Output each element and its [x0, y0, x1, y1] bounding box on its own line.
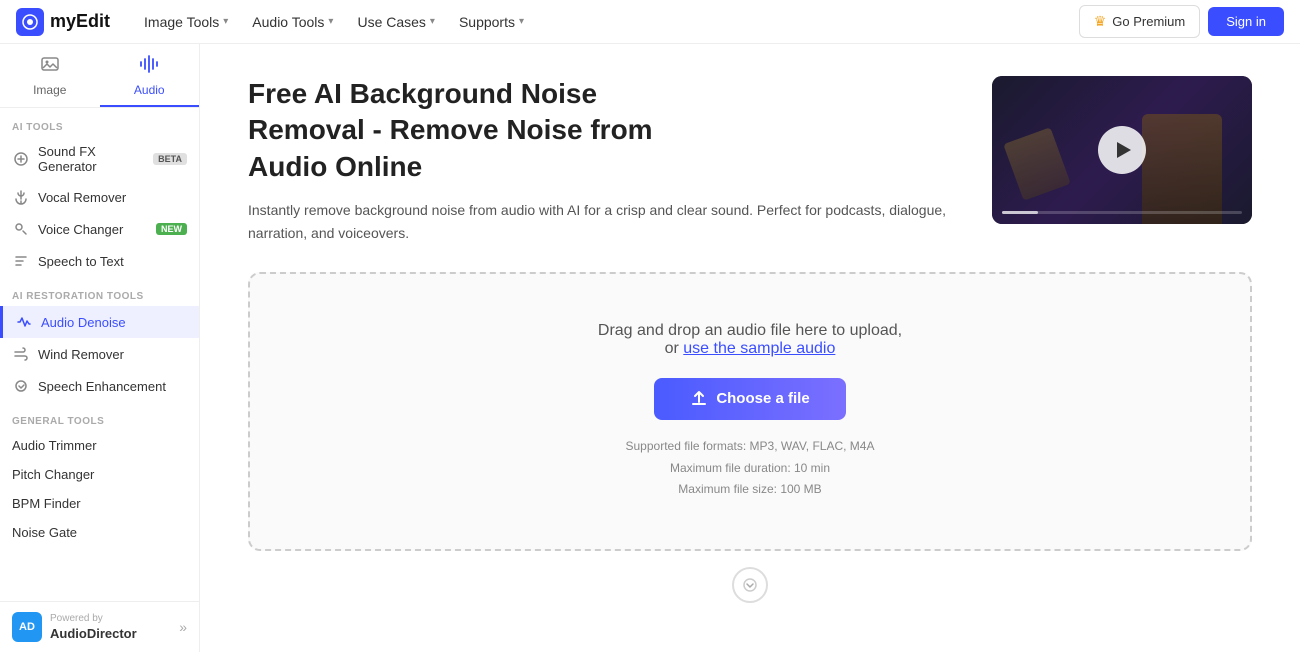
restoration-section-label: AI RESTORATION TOOLS — [0, 277, 199, 306]
sidebar-footer: AD Powered by AudioDirector » — [0, 601, 199, 652]
vocal-remover-icon — [12, 188, 30, 206]
upload-zone: Drag and drop an audio file here to uplo… — [248, 272, 1252, 551]
guitarist-silhouette — [1142, 114, 1222, 224]
audio-denoise-icon — [15, 313, 33, 331]
crown-icon: ♛ — [1094, 13, 1107, 30]
ai-tools-section-label: AI TOOLS — [0, 108, 199, 137]
choose-file-button[interactable]: Choose a file — [654, 378, 845, 420]
powered-by-text: Powered by — [50, 613, 137, 624]
sidebar-item-speech-enhancement[interactable]: Speech Enhancement — [0, 370, 199, 402]
sidebar-item-speech-to-text[interactable]: Speech to Text — [0, 245, 199, 277]
tab-image[interactable]: Image — [0, 44, 100, 107]
sound-fx-icon — [12, 150, 30, 168]
hero-description: Instantly remove background noise from a… — [248, 199, 960, 244]
hero-thumbnail — [992, 76, 1252, 224]
menu-use-cases[interactable]: Use Cases ▾ — [347, 8, 445, 36]
sign-in-button[interactable]: Sign in — [1208, 7, 1284, 36]
sidebar-item-bpm-finder[interactable]: BPM Finder — [0, 489, 199, 518]
sidebar-item-vocal-remover[interactable]: Vocal Remover — [0, 181, 199, 213]
voice-changer-icon — [12, 220, 30, 238]
sidebar: Image Audio AI TOOLS Sound FX Generator … — [0, 44, 200, 652]
scroll-indicator — [248, 567, 1252, 603]
beta-badge: BETA — [153, 153, 187, 165]
upload-icon — [690, 390, 708, 408]
hero-progress-bar — [1002, 211, 1242, 214]
sidebar-item-wind-remover[interactable]: Wind Remover — [0, 338, 199, 370]
sample-audio-link[interactable]: use the sample audio — [683, 340, 835, 357]
scroll-down-button[interactable] — [732, 567, 768, 603]
sidebar-tabs: Image Audio — [0, 44, 199, 108]
logo-text: myEdit — [50, 11, 110, 32]
sidebar-item-voice-changer[interactable]: Voice Changer NEW — [0, 213, 199, 245]
hero-progress-fill — [1002, 211, 1038, 214]
tab-audio[interactable]: Audio — [100, 44, 200, 107]
topnav-menu: Image Tools ▾ Audio Tools ▾ Use Cases ▾ … — [134, 8, 1079, 36]
topnav-actions: ♛ Go Premium Sign in — [1079, 5, 1284, 38]
go-premium-button[interactable]: ♛ Go Premium — [1079, 5, 1201, 38]
chevron-right-icon[interactable]: » — [179, 619, 187, 635]
topnav: myEdit Image Tools ▾ Audio Tools ▾ Use C… — [0, 0, 1300, 44]
new-badge: NEW — [156, 223, 187, 235]
speech-to-text-icon — [12, 252, 30, 270]
sidebar-item-noise-gate[interactable]: Noise Gate — [0, 518, 199, 547]
wind-remover-icon — [12, 345, 30, 363]
hero-text: Free AI Background NoiseRemoval - Remove… — [248, 76, 960, 244]
audiodirector-brand: AudioDirector — [50, 626, 137, 641]
menu-supports[interactable]: Supports ▾ — [449, 8, 534, 36]
chevron-down-icon: ▾ — [223, 16, 228, 27]
image-tab-icon — [40, 54, 60, 79]
sidebar-item-sound-fx[interactable]: Sound FX Generator BETA — [0, 137, 199, 181]
hero-title: Free AI Background NoiseRemoval - Remove… — [248, 76, 960, 185]
logo-icon — [16, 8, 44, 36]
menu-audio-tools[interactable]: Audio Tools ▾ — [242, 8, 343, 36]
chevron-down-icon: ▾ — [328, 16, 333, 27]
content-area: Free AI Background NoiseRemoval - Remove… — [200, 44, 1300, 652]
upload-info: Supported file formats: MP3, WAV, FLAC, … — [626, 436, 875, 501]
chevron-down-icon: ▾ — [430, 16, 435, 27]
sidebar-item-audio-denoise[interactable]: Audio Denoise — [0, 306, 199, 338]
menu-image-tools[interactable]: Image Tools ▾ — [134, 8, 238, 36]
sidebar-item-pitch-changer[interactable]: Pitch Changer — [0, 460, 199, 489]
arrow-down-icon — [743, 578, 757, 592]
sidebar-item-audio-trimmer[interactable]: Audio Trimmer — [0, 431, 199, 460]
logo[interactable]: myEdit — [16, 8, 110, 36]
audiodirector-logo: AD — [12, 612, 42, 642]
upload-drag-text: Drag and drop an audio file here to uplo… — [598, 322, 902, 358]
main-layout: Image Audio AI TOOLS Sound FX Generator … — [0, 44, 1300, 652]
audio-tab-icon — [139, 54, 159, 79]
chevron-down-icon: ▾ — [519, 16, 524, 27]
speech-enhancement-icon — [12, 377, 30, 395]
general-tools-section-label: GENERAL TOOLS — [0, 402, 199, 431]
hero-play-button[interactable] — [1098, 126, 1146, 174]
hero-section: Free AI Background NoiseRemoval - Remove… — [248, 76, 1252, 244]
